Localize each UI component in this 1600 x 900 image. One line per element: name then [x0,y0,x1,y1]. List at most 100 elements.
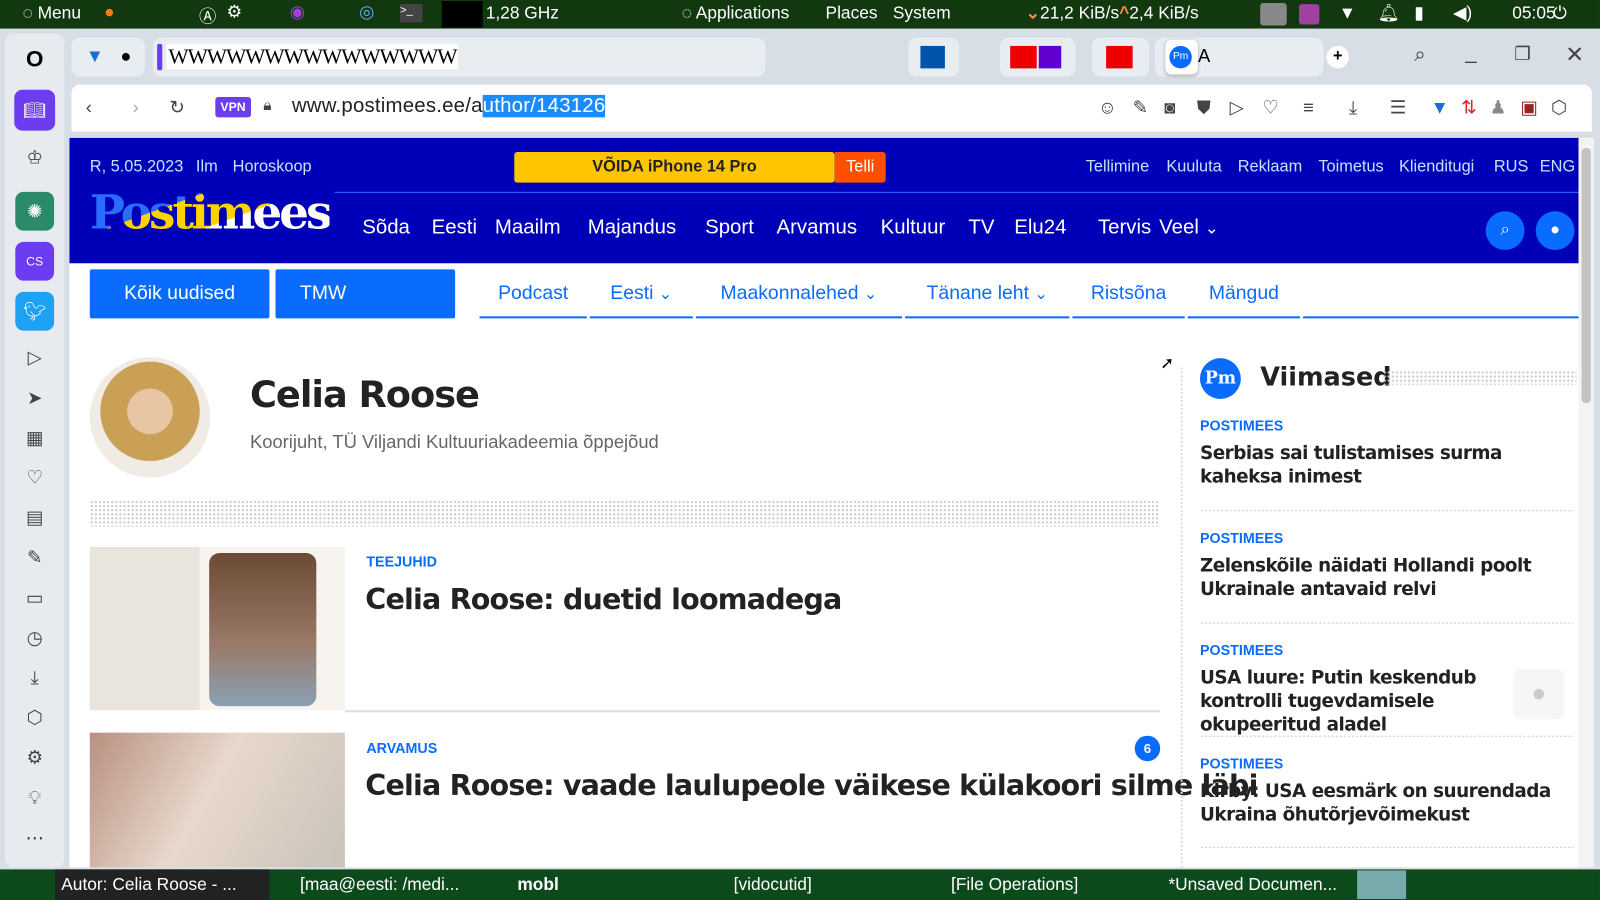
latest-item[interactable]: POSTIMEES Kirby: USA eesmärk on suurendad… [1200,755,1567,826]
reading-icon[interactable]: 📖︎ [14,89,56,131]
nav-tv[interactable]: TV [968,216,994,239]
nav-kultuur[interactable]: Kultuur [881,216,946,239]
history-icon[interactable]: ◷ [19,622,50,653]
latest-item[interactable]: POSTIMEES Serbias sai tulistamises surma … [1200,417,1567,488]
extension-icon[interactable]: ≡ [1303,97,1314,118]
link-eng[interactable]: ENG [1540,158,1575,176]
chatgpt-icon[interactable]: ✺ [15,191,55,231]
vpn-badge[interactable]: VPN [215,96,251,118]
opera-icon[interactable]: ◎ [359,2,374,22]
spy-ext-icon[interactable]: ♟ [1490,97,1506,118]
telli-button[interactable]: Telli [834,152,886,183]
heart-icon[interactable]: ♡ [1262,97,1278,118]
account-button[interactable]: ● [1535,211,1575,250]
nav-eesti[interactable]: Eesti [432,216,477,239]
heart-icon[interactable]: ♡ [19,462,50,493]
article-title[interactable]: Celia Roose: duetid loomadega [365,583,842,617]
shield-icon[interactable]: ⛊ [1197,97,1211,118]
youtube-icon[interactable] [1010,45,1037,69]
task-browser[interactable]: Autor: Celia Roose - ... [61,874,236,894]
html5-ext-icon[interactable]: ▣ [1520,97,1537,118]
system-menu[interactable]: System [893,3,951,23]
latest-item[interactable]: POSTIMEES USA luure: Putin keskendub kont… [1200,642,1567,737]
nav-sport[interactable]: Sport [705,216,754,239]
latest-title[interactable]: Serbias sai tulistamises surma kaheksa i… [1200,442,1567,489]
send-icon[interactable]: ▷ [1230,97,1244,118]
scrollbar-thumb[interactable] [1581,147,1591,404]
s-app-icon[interactable] [920,45,945,69]
subnav-mangud[interactable]: Mängud [1187,269,1300,319]
subnav-podcast[interactable]: Podcast [479,269,587,319]
volume-icon[interactable]: ◀) [1453,3,1472,23]
twitter-icon[interactable]: 🐦︎ [15,291,55,331]
nav-elu24[interactable]: Elu24 [1014,216,1066,239]
workspace-switcher[interactable] [1357,870,1407,899]
nav-soda[interactable]: Sõda [362,216,410,239]
download-icon[interactable]: ⤓ [1349,97,1357,118]
close-button[interactable]: ✕ [1565,42,1584,69]
nav-veel[interactable]: Veel ⌄ [1159,216,1219,239]
task-mobl[interactable]: mobl [517,874,558,894]
new-tab-button[interactable]: + [1326,45,1349,69]
firefox-icon[interactable]: ● [104,2,114,22]
article-image[interactable] [89,732,345,868]
tabs-icon[interactable]: ▭ [19,583,50,614]
subnav-eesti[interactable]: Eesti ⌄ [589,269,693,319]
nav-arvamus[interactable]: Arvamus [777,216,858,239]
article-image[interactable] [89,546,345,711]
link-toimetus[interactable]: Toimetus [1318,158,1383,176]
easy-setup-icon[interactable]: ☰ [1390,97,1406,118]
downloads-icon[interactable]: ⤓ [19,662,50,693]
forward-button[interactable]: › [133,97,139,118]
cube-ext-icon[interactable]: ⬡ [1551,97,1567,118]
more-icon[interactable]: ⋯ [19,822,50,853]
accessibility-icon[interactable]: Ⓐ [199,2,216,28]
github-icon[interactable]: ● [120,46,131,67]
latest-item[interactable]: POSTIMEES Zelenskõile näidati Hollandi po… [1200,530,1567,601]
battery-icon[interactable]: ▮ [1414,3,1424,23]
scrollbar[interactable] [1578,137,1594,868]
nav-tervis[interactable]: Tervis [1098,216,1151,239]
promo-banner[interactable]: VÕIDA iPhone 14 Pro [514,152,835,183]
sort-ext-icon[interactable]: ⇅ [1461,97,1476,118]
link-horoskoop[interactable]: Horoskoop [233,158,312,176]
extensions-icon[interactable]: ⬡ [19,702,50,733]
player-icon[interactable]: ▷ [19,342,50,373]
url-input[interactable]: www.postimees.ee/author/143126 [292,94,606,118]
wikipedia-tabs[interactable]: WWWWWWWWWWWWWWW [166,43,459,70]
tab-search-icon[interactable]: ⌕ [1414,44,1425,67]
latest-title[interactable]: USA luure: Putin keskendub kontrolli tug… [1200,666,1527,736]
back-button[interactable]: ‹ [86,97,92,118]
article-tag[interactable]: ARVAMUS [366,740,437,756]
task-terminal[interactable]: [maa@eesti: /medi... [300,874,459,894]
crown-icon[interactable]: ♔ [19,142,50,173]
link-ilm[interactable]: Ilm [196,158,218,176]
youtube-tab-icon[interactable] [1106,45,1133,69]
folder-icon[interactable] [1260,3,1287,26]
send-icon[interactable]: ➤ [19,383,50,414]
audio-app-icon[interactable] [1298,4,1320,25]
apps-grid-icon[interactable]: ▦ [19,422,50,453]
task-editor[interactable]: *Unsaved Documen... [1168,874,1337,894]
comments-badge[interactable]: 6 [1134,735,1161,762]
nav-maailm[interactable]: Maailm [495,216,561,239]
terminal-icon[interactable]: >_ [399,4,423,23]
cookie-icon[interactable]: ● [1513,668,1565,720]
article-tag[interactable]: TEEJUHID [366,553,437,569]
task-vidocutid[interactable]: [vidocutid] [734,874,812,894]
menu-button[interactable]: ◌ Menu [22,3,81,23]
tmw-button[interactable]: TMW [275,269,456,319]
power-icon[interactable]: ⏻ [1553,3,1567,23]
link-klienditugi[interactable]: Klienditugi [1399,158,1474,176]
subnav-maakonnalehed[interactable]: Maakonnalehed ⌄ [695,269,903,319]
tips-icon[interactable]: 💡︎ [19,783,50,814]
nav-majandus[interactable]: Majandus [588,216,676,239]
bell-icon[interactable]: 🔔︎ [1378,3,1400,23]
subnav-tanane-leht[interactable]: Tänane leht ⌄ [905,269,1070,319]
emoji-icon[interactable]: ☺ [1098,97,1117,118]
cs-app-icon[interactable]: CS [15,241,55,281]
reload-button[interactable]: ↻ [169,97,184,118]
settings-icon[interactable]: ⚙ [227,2,243,22]
minimize-button[interactable]: _ [1465,42,1476,65]
pin-icon[interactable]: ✎ [1133,97,1148,118]
